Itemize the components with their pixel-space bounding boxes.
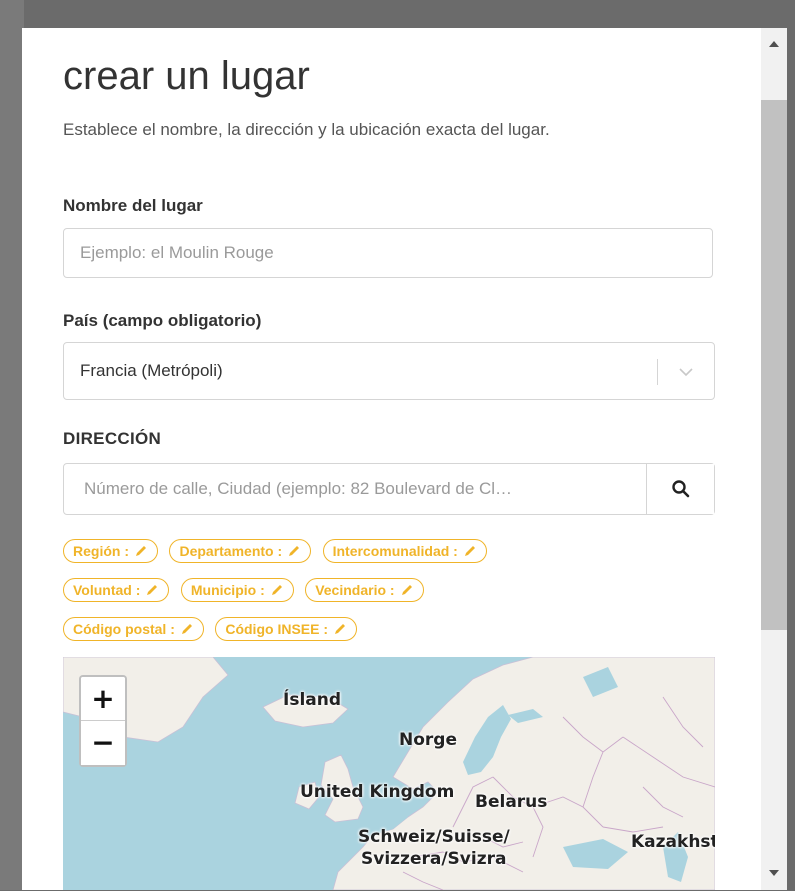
tag-label: Voluntad :: [73, 582, 141, 598]
tag-voluntad[interactable]: Voluntad :: [63, 578, 170, 602]
tag-vecindario[interactable]: Vecindario :: [305, 578, 424, 602]
tag-codigo-insee[interactable]: Código INSEE :: [215, 617, 358, 641]
map-label-iceland: Ísland: [283, 690, 342, 710]
country-select[interactable]: Francia (Metrópoli): [63, 342, 715, 400]
pencil-icon: [401, 585, 412, 595]
map-zoom-control: + −: [79, 675, 127, 767]
tag-row: Región : Departamento : Intercomunalidad…: [63, 539, 723, 565]
location-map[interactable]: Ísland Norge United Kingdom Belarus Schw…: [63, 657, 715, 890]
scrollbar-edge: [787, 28, 795, 890]
scroll-up-button[interactable]: [761, 28, 787, 58]
select-separator: [657, 359, 658, 385]
search-icon: [671, 480, 689, 498]
address-search-input[interactable]: [64, 464, 647, 514]
triangle-down-icon: [769, 870, 779, 876]
tag-departamento[interactable]: Departamento :: [169, 539, 312, 563]
pencil-icon: [147, 585, 158, 595]
map-label-kazakhstan: Kazakhsta: [631, 832, 715, 852]
address-search-button[interactable]: [646, 464, 714, 514]
address-label-text: DIRECCIÓN: [63, 429, 162, 448]
tag-label: Región :: [73, 543, 129, 559]
zoom-out-button[interactable]: −: [81, 721, 125, 765]
tag-codigo-postal[interactable]: Código postal :: [63, 617, 204, 641]
tag-label: Municipio :: [190, 582, 265, 598]
map-label-switzerland-line1: Schweiz/Suisse/: [358, 827, 510, 847]
triangle-up-icon: [769, 41, 779, 47]
tag-row: Voluntad : Municipio : Vecindario :: [63, 578, 723, 604]
zoom-in-button[interactable]: +: [81, 677, 125, 721]
country-selected-value: Francia (Metrópoli): [80, 361, 223, 380]
modal-subtitle: Establece el nombre, la dirección y la u…: [63, 120, 550, 139]
country-label: País (campo obligatorio): [63, 311, 262, 330]
tag-label: Código INSEE :: [225, 621, 329, 637]
tag-municipio[interactable]: Municipio :: [180, 578, 294, 602]
background-page: [0, 0, 24, 890]
tag-label: Vecindario :: [315, 582, 395, 598]
pencil-icon: [289, 546, 300, 556]
map-label-switzerland-line2: Svizzera/Svizra: [361, 849, 507, 869]
pencil-icon: [136, 546, 146, 556]
tag-region[interactable]: Región :: [63, 539, 158, 563]
place-name-input[interactable]: [63, 228, 713, 278]
address-input-group: [63, 463, 715, 515]
map-label-norway: Norge: [399, 730, 457, 750]
create-place-modal: crear un lugar Establece el nombre, la d…: [22, 28, 761, 890]
pencil-icon: [271, 585, 282, 595]
map-label-belarus: Belarus: [475, 792, 548, 812]
tag-intercomunalidad[interactable]: Intercomunalidad :: [322, 539, 487, 563]
pencil-icon: [181, 624, 192, 634]
modal-scrollbar[interactable]: [761, 28, 795, 890]
scroll-down-button[interactable]: [761, 858, 787, 888]
tag-row: Código postal : Código INSEE :: [63, 617, 723, 643]
modal-title: crear un lugar: [63, 54, 310, 98]
pencil-icon: [335, 624, 346, 634]
tag-label: Código postal :: [73, 621, 175, 637]
tag-label: Departamento :: [179, 543, 283, 559]
tag-label: Intercomunalidad :: [332, 543, 458, 559]
place-name-label: Nombre del lugar: [63, 196, 203, 215]
scroll-thumb[interactable]: [761, 100, 787, 630]
chevron-down-icon: [679, 368, 693, 377]
map-label-united-kingdom: United Kingdom: [300, 782, 455, 802]
admin-tags: Región : Departamento : Intercomunalidad…: [63, 539, 723, 656]
address-label: DIRECCIÓN: [63, 429, 161, 449]
pencil-icon: [464, 546, 475, 556]
